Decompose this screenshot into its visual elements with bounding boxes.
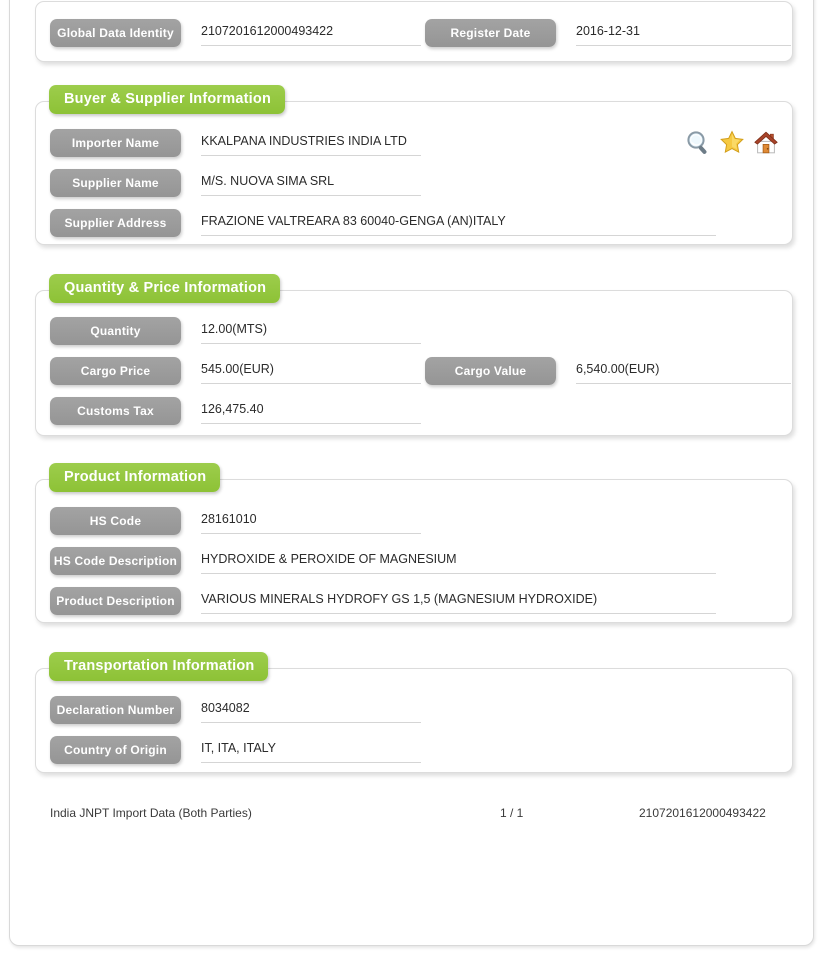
field-value-hs-code: 28161010 xyxy=(201,507,421,534)
field-product-description: Product Description VARIOUS MINERALS HYD… xyxy=(50,587,750,615)
field-country-of-origin: Country of Origin IT, ITA, ITALY xyxy=(50,736,435,764)
field-label-global-data-identity: Global Data Identity xyxy=(50,19,181,47)
field-cargo-value: Cargo Value 6,540.00(EUR) xyxy=(425,357,791,385)
document-footer: India JNPT Import Data (Both Parties) 1 … xyxy=(35,806,793,828)
field-label-supplier-address: Supplier Address xyxy=(50,209,181,237)
field-hs-code: HS Code 28161010 xyxy=(50,507,750,535)
star-icon[interactable] xyxy=(718,128,746,158)
field-value-declaration-number: 8034082 xyxy=(201,696,421,723)
field-label-importer-name: Importer Name xyxy=(50,129,181,157)
field-value-cargo-value: 6,540.00(EUR) xyxy=(576,357,791,384)
field-global-data-identity: Global Data Identity 2107201612000493422 xyxy=(50,19,435,47)
field-value-global-data-identity: 2107201612000493422 xyxy=(201,19,421,46)
footer-identity-label: 2107201612000493422 xyxy=(639,806,766,820)
section-product: Product Information HS Code 28161010 HS … xyxy=(35,463,793,623)
footer-page-indicator: 1 / 1 xyxy=(500,806,524,820)
field-label-hs-code-description: HS Code Description xyxy=(50,547,181,575)
field-label-cargo-value: Cargo Value xyxy=(425,357,556,385)
field-value-product-description: VARIOUS MINERALS HYDROFY GS 1,5 (MAGNESI… xyxy=(201,587,716,614)
field-supplier-address: Supplier Address FRAZIONE VALTREARA 83 6… xyxy=(50,209,750,237)
field-value-cargo-price: 545.00(EUR) xyxy=(201,357,421,384)
field-value-customs-tax: 126,475.40 xyxy=(201,397,421,424)
section-buyer-supplier: Buyer & Supplier Information Importer Na… xyxy=(35,85,793,245)
field-value-quantity: 12.00(MTS) xyxy=(201,317,421,344)
field-register-date: Register Date 2016-12-31 xyxy=(425,19,791,47)
field-label-declaration-number: Declaration Number xyxy=(50,696,181,724)
section-title-quantity-price: Quantity & Price Information xyxy=(49,274,281,303)
field-importer-name: Importer Name KKALPANA INDUSTRIES INDIA … xyxy=(50,129,750,157)
field-label-supplier-name: Supplier Name xyxy=(50,169,181,197)
field-value-register-date: 2016-12-31 xyxy=(576,19,791,46)
field-value-country-of-origin: IT, ITA, ITALY xyxy=(201,736,421,763)
home-icon[interactable] xyxy=(752,128,780,158)
field-label-cargo-price: Cargo Price xyxy=(50,357,181,385)
field-value-hs-code-description: HYDROXIDE & PEROXIDE OF MAGNESIUM xyxy=(201,547,716,574)
field-supplier-name: Supplier Name M/S. NUOVA SIMA SRL xyxy=(50,169,750,197)
field-label-country-of-origin: Country of Origin xyxy=(50,736,181,764)
section-title-product: Product Information xyxy=(49,463,221,492)
field-label-product-description: Product Description xyxy=(50,587,181,615)
field-label-customs-tax: Customs Tax xyxy=(50,397,181,425)
field-hs-code-description: HS Code Description HYDROXIDE & PEROXIDE… xyxy=(50,547,750,575)
field-label-register-date: Register Date xyxy=(425,19,556,47)
field-value-supplier-name: M/S. NUOVA SIMA SRL xyxy=(201,169,421,196)
field-customs-tax: Customs Tax 126,475.40 xyxy=(50,397,435,425)
section-title-transportation: Transportation Information xyxy=(49,652,269,681)
header-panel: Global Data Identity 2107201612000493422… xyxy=(35,1,793,62)
field-cargo-price: Cargo Price 545.00(EUR) xyxy=(50,357,435,385)
footer-source-label: India JNPT Import Data (Both Parties) xyxy=(50,806,252,820)
field-value-importer-name: KKALPANA INDUSTRIES INDIA LTD xyxy=(201,129,421,156)
record-action-icons xyxy=(684,128,782,160)
field-label-hs-code: HS Code xyxy=(50,507,181,535)
field-value-supplier-address: FRAZIONE VALTREARA 83 60040-GENGA (AN)IT… xyxy=(201,209,716,236)
section-quantity-price: Quantity & Price Information Quantity 12… xyxy=(35,274,793,436)
field-declaration-number: Declaration Number 8034082 xyxy=(50,696,435,724)
field-label-quantity: Quantity xyxy=(50,317,181,345)
field-quantity: Quantity 12.00(MTS) xyxy=(50,317,435,345)
search-icon[interactable] xyxy=(684,128,712,158)
section-title-buyer-supplier: Buyer & Supplier Information xyxy=(49,85,286,114)
trade-record-document: Global Data Identity 2107201612000493422… xyxy=(0,0,827,959)
section-transportation: Transportation Information Declaration N… xyxy=(35,652,793,773)
